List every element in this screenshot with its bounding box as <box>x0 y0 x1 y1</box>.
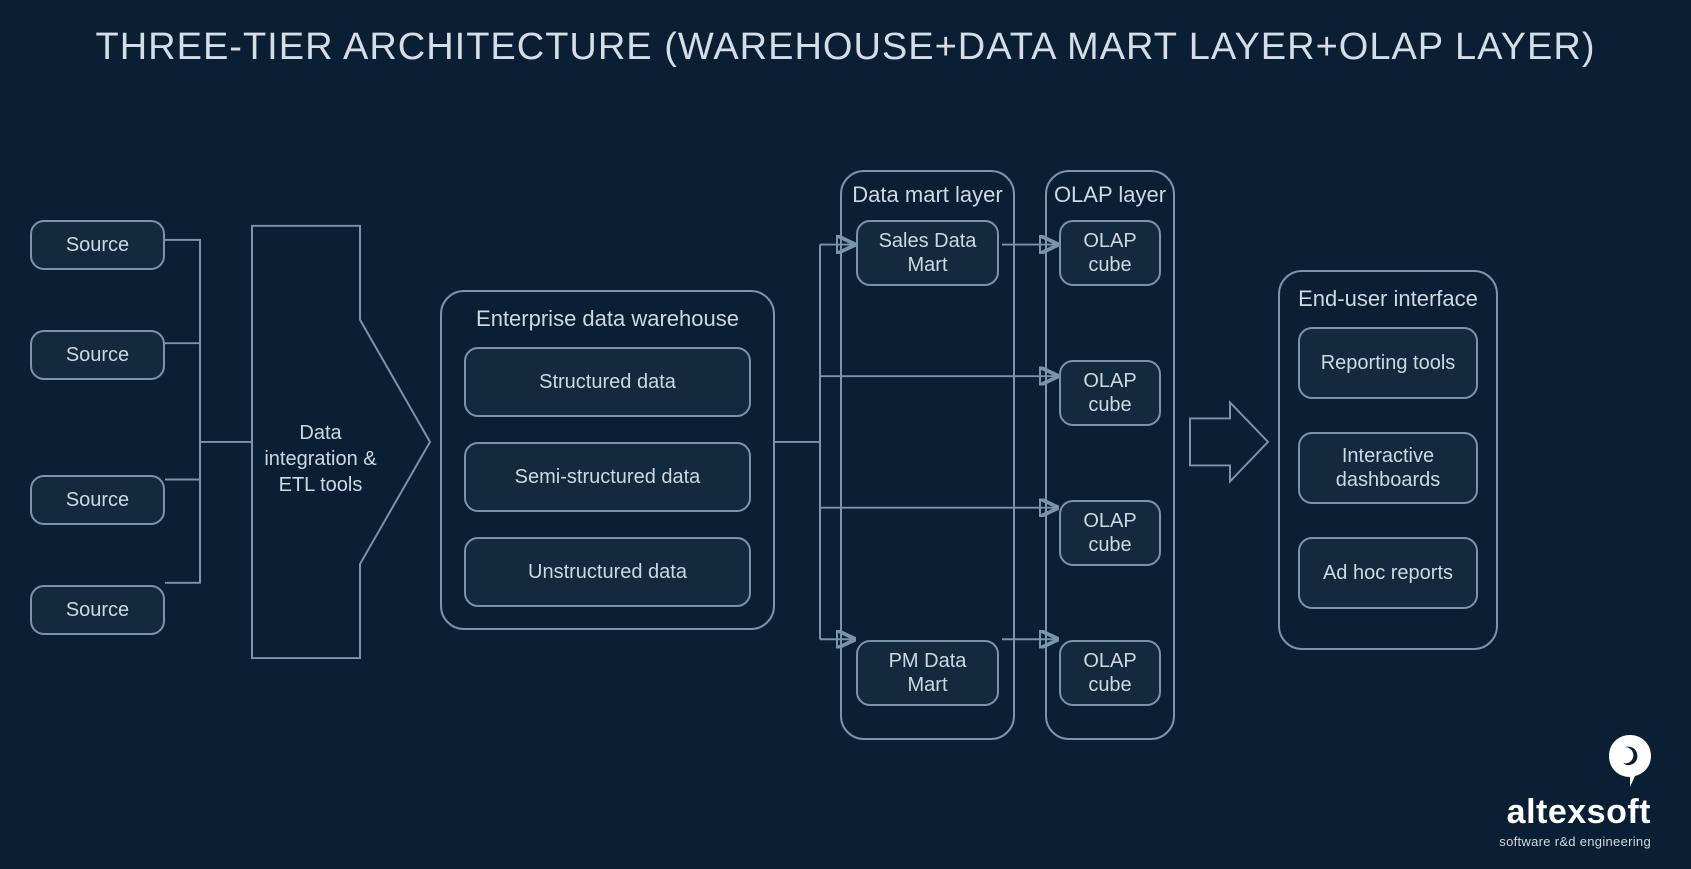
warehouse-title: Enterprise data warehouse <box>442 306 773 332</box>
warehouse-item: Semi-structured data <box>464 442 751 512</box>
source-box: Source <box>30 220 165 270</box>
warehouse-container: Enterprise data warehouse Structured dat… <box>440 290 775 630</box>
warehouse-item: Structured data <box>464 347 751 417</box>
olap-cube-box: OLAP cube <box>1059 500 1161 566</box>
olap-cube-box: OLAP cube <box>1059 220 1161 286</box>
brand-mark-icon <box>1609 735 1651 787</box>
olap-layer-title: OLAP layer <box>1047 182 1173 208</box>
brand-name: altexsoft <box>1499 793 1651 832</box>
end-user-item: Interactive dashboards <box>1298 432 1478 504</box>
brand-tagline: software r&d engineering <box>1499 834 1651 849</box>
source-box: Source <box>30 475 165 525</box>
data-mart-box: Sales Data Mart <box>856 220 999 286</box>
diagram-title: THREE-TIER ARCHITECTURE (WAREHOUSE+DATA … <box>0 0 1691 72</box>
etl-label: Data integration & ETL tools <box>258 420 383 498</box>
source-box: Source <box>30 330 165 380</box>
end-user-container: End-user interface Reporting tools Inter… <box>1278 270 1498 650</box>
olap-cube-box: OLAP cube <box>1059 360 1161 426</box>
data-mart-layer-container: Data mart layer Sales Data Mart PM Data … <box>840 170 1015 740</box>
end-user-item: Reporting tools <box>1298 327 1478 399</box>
source-box: Source <box>30 585 165 635</box>
brand-logo: altexsoft software r&d engineering <box>1499 735 1651 849</box>
warehouse-item: Unstructured data <box>464 537 751 607</box>
end-user-item: Ad hoc reports <box>1298 537 1478 609</box>
end-user-title: End-user interface <box>1280 286 1496 312</box>
olap-cube-box: OLAP cube <box>1059 640 1161 706</box>
olap-layer-container: OLAP layer OLAP cube OLAP cube OLAP cube… <box>1045 170 1175 740</box>
diagram-stage: Source Source Source Source Data integra… <box>0 160 1691 799</box>
data-mart-layer-title: Data mart layer <box>842 182 1013 208</box>
data-mart-box: PM Data Mart <box>856 640 999 706</box>
